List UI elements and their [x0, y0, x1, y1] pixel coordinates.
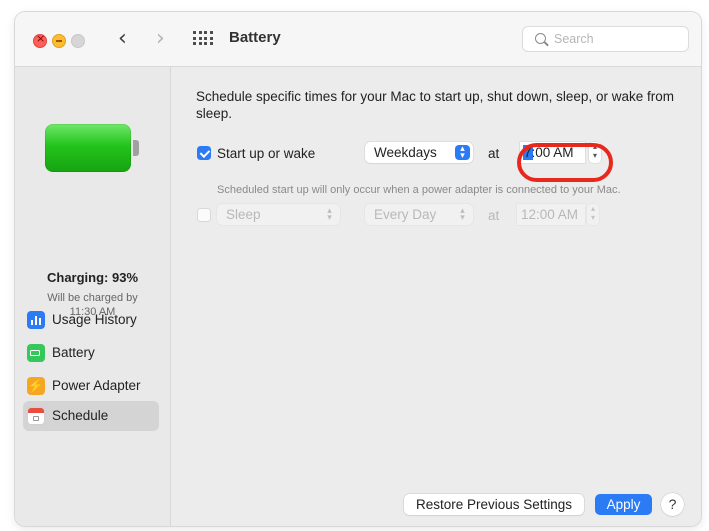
annotation-circle — [517, 143, 613, 182]
zoom-window-button[interactable] — [71, 34, 85, 48]
start-up-note: Scheduled start up will only occur when … — [217, 184, 621, 196]
sidebar-item-label: Power Adapter — [52, 378, 141, 393]
search-icon — [535, 33, 546, 44]
sidebar-item-label: Usage History — [52, 312, 137, 327]
charge-estimate-line1: Will be charged by — [47, 292, 138, 304]
title-bar: ‹ › Battery Search — [15, 12, 701, 67]
at-label: at — [488, 146, 500, 161]
time-value: 12:00 AM — [521, 207, 579, 222]
close-window-button[interactable] — [33, 32, 47, 48]
at-label: at — [488, 208, 500, 223]
forward-button[interactable]: › — [156, 26, 165, 52]
sleep-days-popup[interactable]: Every Day ▴ ▾ — [365, 204, 473, 225]
popup-arrows-icon: ▴ ▾ — [455, 145, 470, 161]
sidebar-item-schedule[interactable]: Schedule — [23, 401, 159, 431]
sleep-action-popup[interactable]: Sleep ▴ ▾ — [217, 204, 340, 225]
sleep-checkbox[interactable] — [197, 208, 211, 222]
power-adapter-icon: ⚡ — [27, 377, 45, 395]
popup-arrows-icon: ▴ ▾ — [460, 206, 465, 223]
popup-arrows-icon: ▴ ▾ — [327, 206, 332, 223]
start-up-or-wake-checkbox[interactable] — [197, 146, 211, 160]
help-button[interactable]: ? — [661, 493, 684, 516]
usage-history-icon — [27, 311, 45, 329]
apply-button[interactable]: Apply — [595, 494, 652, 515]
minimize-window-button[interactable] — [52, 34, 66, 48]
popup-value: Weekdays — [374, 145, 437, 160]
sleep-time-stepper[interactable]: ▴ ▾ — [587, 204, 599, 225]
start-up-days-popup[interactable]: Weekdays ▴ ▾ — [365, 142, 473, 163]
sidebar-item-power-adapter[interactable]: ⚡ Power Adapter — [23, 371, 159, 401]
sidebar-item-battery[interactable]: Battery — [23, 338, 159, 368]
battery-level-icon — [45, 124, 139, 174]
popup-value: Every Day — [374, 207, 437, 222]
sidebar-item-usage-history[interactable]: Usage History — [23, 305, 159, 335]
show-all-grid-icon[interactable] — [193, 31, 213, 47]
schedule-icon — [27, 407, 45, 425]
battery-icon — [27, 344, 45, 362]
charging-status: Charging: 93% — [46, 270, 138, 285]
sleep-time-field[interactable]: 12:00 AM — [517, 204, 585, 225]
system-preferences-window: ‹ › Battery Search Charging: 93% Will be… — [15, 12, 701, 526]
back-button[interactable]: ‹ — [118, 26, 127, 52]
search-field[interactable]: Search — [522, 26, 689, 52]
restore-previous-settings-button[interactable]: Restore Previous Settings — [404, 494, 584, 515]
search-placeholder: Search — [554, 32, 594, 46]
popup-value: Sleep — [226, 207, 261, 222]
sidebar: Charging: 93% Will be charged by 11:30 A… — [15, 67, 171, 526]
sidebar-item-label: Battery — [52, 345, 95, 360]
sidebar-item-label: Schedule — [52, 408, 109, 423]
start-up-or-wake-label: Start up or wake — [217, 146, 316, 161]
schedule-description: Schedule specific times for your Mac to … — [196, 89, 674, 121]
window-title: Battery — [229, 29, 281, 46]
